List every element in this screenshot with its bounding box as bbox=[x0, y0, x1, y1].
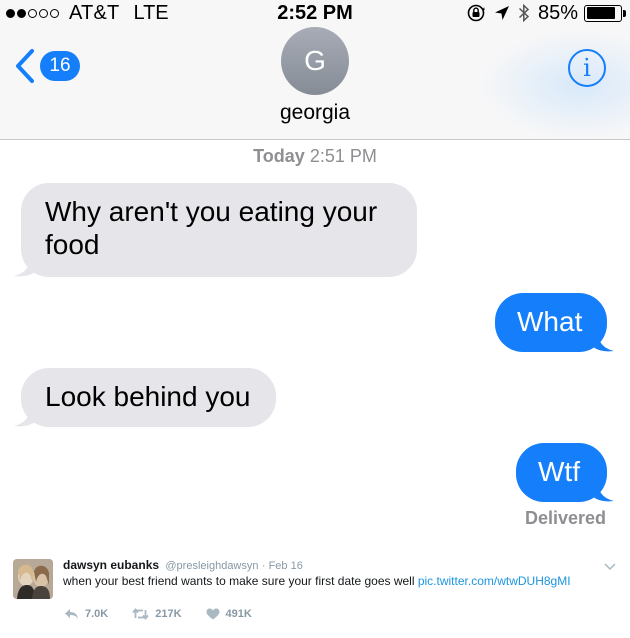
tweet-media-link[interactable]: pic.twitter.com/wtwDUH8gMI bbox=[418, 574, 571, 588]
reply-icon bbox=[65, 609, 78, 619]
tweet-actions: 7.0K 217K 491K bbox=[64, 608, 276, 620]
tweet-header: dawsyn eubanks @presleighdawsyn · Feb 16 bbox=[63, 558, 303, 572]
like-count: 491K bbox=[225, 608, 252, 620]
info-button[interactable]: i bbox=[568, 49, 606, 87]
tweet-text: when your best friend wants to make sure… bbox=[63, 574, 571, 588]
retweet-button[interactable]: 217K bbox=[132, 608, 182, 620]
bluetooth-icon bbox=[518, 3, 530, 23]
tweet-date[interactable]: · Feb 16 bbox=[262, 560, 303, 572]
battery-percentage: 85% bbox=[537, 1, 578, 24]
reply-button[interactable]: 7.0K bbox=[64, 608, 108, 620]
timestamp-time: 2:51 PM bbox=[309, 146, 377, 166]
message-text: What bbox=[517, 306, 583, 337]
heart-icon bbox=[206, 608, 220, 620]
incoming-message-bubble[interactable]: Why aren't you eating your food bbox=[14, 183, 417, 277]
unread-count-badge: 16 bbox=[40, 51, 80, 81]
incoming-message-bubble[interactable]: Look behind you bbox=[14, 368, 276, 427]
message-text: Wtf bbox=[538, 456, 580, 487]
tweet-body: when your best friend wants to make sure… bbox=[63, 574, 418, 588]
delivery-status: Delivered bbox=[524, 508, 606, 528]
message-text: Why aren't you eating your food bbox=[45, 196, 378, 260]
contact-avatar[interactable]: G bbox=[281, 27, 349, 95]
chevron-left-icon bbox=[16, 49, 34, 83]
retweet-count: 217K bbox=[155, 608, 182, 620]
location-arrow-icon bbox=[494, 5, 510, 21]
outgoing-message-bubble[interactable]: What bbox=[495, 293, 614, 352]
tweet-author-handle[interactable]: @presleighdawsyn bbox=[165, 560, 258, 572]
status-bar-right: 85% bbox=[466, 0, 626, 26]
tweet-author-name[interactable]: dawsyn eubanks bbox=[63, 558, 159, 572]
contact-name[interactable]: georgia bbox=[0, 101, 630, 125]
like-button[interactable]: 491K bbox=[206, 608, 252, 620]
rotation-lock-icon bbox=[466, 3, 486, 23]
message-timestamp: Today 2:51 PM bbox=[0, 146, 630, 167]
battery-icon bbox=[584, 4, 626, 22]
tweet-author-avatar[interactable] bbox=[13, 559, 53, 599]
message-text: Look behind you bbox=[45, 381, 251, 412]
outgoing-message-bubble[interactable]: Wtf bbox=[516, 443, 614, 502]
messages-header: AT&T LTE 2:52 PM 85% 16 G georgia i bbox=[0, 0, 630, 140]
screen: AT&T LTE 2:52 PM 85% 16 G georgia i Toda… bbox=[0, 0, 630, 638]
embedded-tweet[interactable]: dawsyn eubanks @presleighdawsyn · Feb 16… bbox=[0, 548, 630, 638]
back-button[interactable]: 16 bbox=[14, 48, 80, 84]
timestamp-day: Today bbox=[253, 146, 305, 166]
chevron-down-icon[interactable] bbox=[604, 558, 616, 576]
retweet-icon bbox=[132, 608, 149, 620]
reply-count: 7.0K bbox=[85, 608, 109, 620]
